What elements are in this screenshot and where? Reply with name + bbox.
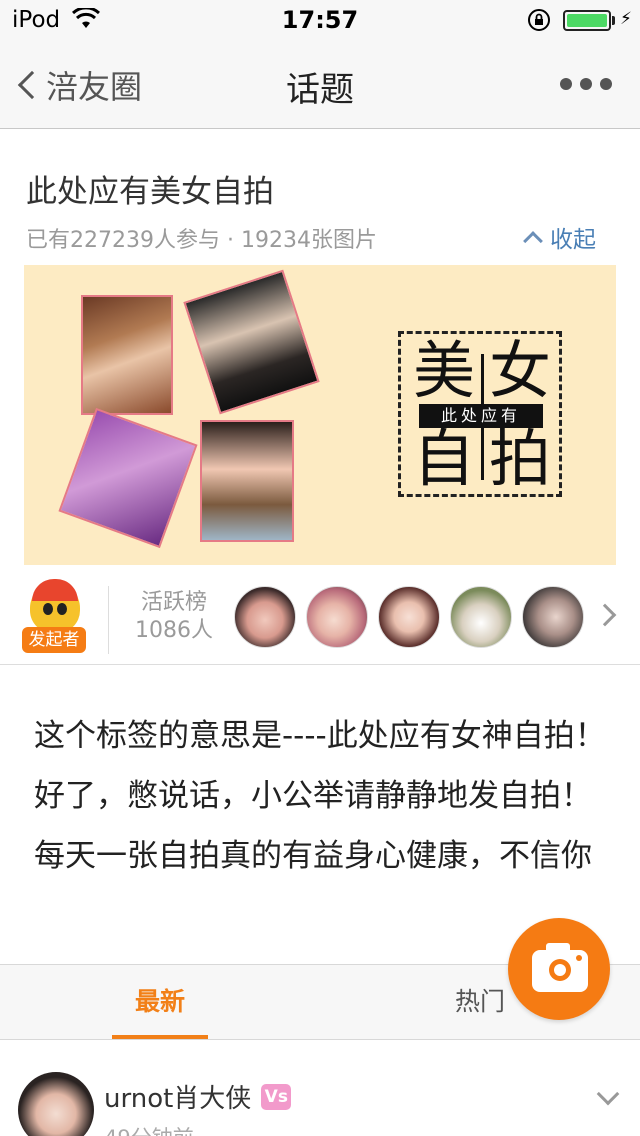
- stamp-char: 美: [413, 334, 476, 407]
- description-paragraph: 这个标签的意思是----此处应有女神自拍！: [34, 718, 606, 754]
- more-dot-icon: [560, 78, 572, 90]
- back-label: 涪友圈: [46, 68, 143, 106]
- orientation-lock-icon: [528, 9, 550, 31]
- active-avatar-list: [234, 586, 594, 648]
- chevron-left-icon: [17, 70, 47, 100]
- banner-photo: [183, 269, 320, 415]
- collapse-button[interactable]: 收起: [523, 220, 596, 254]
- chevron-right-icon[interactable]: [593, 603, 617, 627]
- stamp-char: 女: [489, 334, 552, 407]
- stamp-char: 自: [413, 422, 476, 495]
- nav-bar: 涪友圈 话题: [0, 40, 640, 129]
- battery-tip: [612, 16, 615, 25]
- description-paragraph: 每天一张自拍真的有益身心健康，不信你: [34, 838, 592, 874]
- banner-photo: [58, 407, 198, 549]
- avatar[interactable]: [378, 586, 440, 648]
- divider: [108, 586, 109, 654]
- more-dot-icon: [600, 78, 612, 90]
- more-button[interactable]: [560, 74, 612, 94]
- initiator-avatar[interactable]: 发起者: [22, 579, 88, 655]
- rooster-crest: [32, 579, 78, 601]
- description-paragraph: 好了，憋说话，小公举请静静地发自拍！: [34, 778, 592, 814]
- camera-button[interactable]: [508, 918, 610, 1020]
- banner-stamp: 美 女 自 拍 此处应有: [398, 331, 562, 497]
- tab-newest-label: 最新: [134, 987, 185, 1016]
- status-bar: iPod 17:57 ⚡: [0, 0, 640, 40]
- back-button[interactable]: 涪友圈: [14, 65, 143, 106]
- tab-hot-label: 热门: [454, 987, 505, 1016]
- tab-newest[interactable]: 最新: [60, 965, 260, 1039]
- divider: [0, 664, 640, 665]
- post-username: urnot肖大侠: [104, 1084, 252, 1114]
- mascot-eye: [57, 603, 67, 615]
- post-timestamp: 49分钟前: [104, 1122, 194, 1136]
- active-ranking-label: 活跃榜: [140, 590, 207, 615]
- avatar[interactable]: [234, 586, 296, 648]
- topic-description: 这个标签的意思是----此处应有女神自拍！ 好了，憋说话，小公举请静静地发自拍！…: [34, 710, 618, 922]
- active-ranking-count: 1086人: [135, 618, 213, 643]
- topic-stats: 已有227239人参与 · 19234张图片: [26, 228, 377, 253]
- topic-title: 此处应有美女自拍: [26, 174, 274, 210]
- avatar[interactable]: [306, 586, 368, 648]
- initiator-badge: 发起者: [22, 627, 86, 653]
- mascot-eye: [43, 603, 53, 615]
- topic-banner[interactable]: 美 女 自 拍 此处应有: [24, 265, 616, 565]
- active-ranking[interactable]: 活跃榜 1086人: [120, 589, 228, 645]
- battery-icon: [563, 10, 611, 31]
- banner-photo: [81, 295, 173, 415]
- banner-photo: [200, 420, 294, 542]
- camera-lens-inner: [554, 964, 566, 976]
- camera-flash: [576, 955, 582, 961]
- vip-badge: Vs: [261, 1083, 292, 1110]
- avatar[interactable]: [18, 1072, 94, 1136]
- stamp-band: 此处应有: [419, 404, 543, 428]
- stamp-char: 拍: [489, 422, 552, 495]
- avatar[interactable]: [522, 586, 584, 648]
- chevron-up-icon: [523, 230, 543, 251]
- collapse-label: 收起: [550, 227, 596, 253]
- active-tab-indicator: [112, 1035, 208, 1039]
- post-author[interactable]: urnot肖大侠 Vs: [104, 1078, 292, 1115]
- avatar[interactable]: [450, 586, 512, 648]
- chevron-down-icon[interactable]: [596, 1082, 620, 1106]
- charging-icon: ⚡: [620, 9, 632, 29]
- more-dot-icon: [580, 78, 592, 90]
